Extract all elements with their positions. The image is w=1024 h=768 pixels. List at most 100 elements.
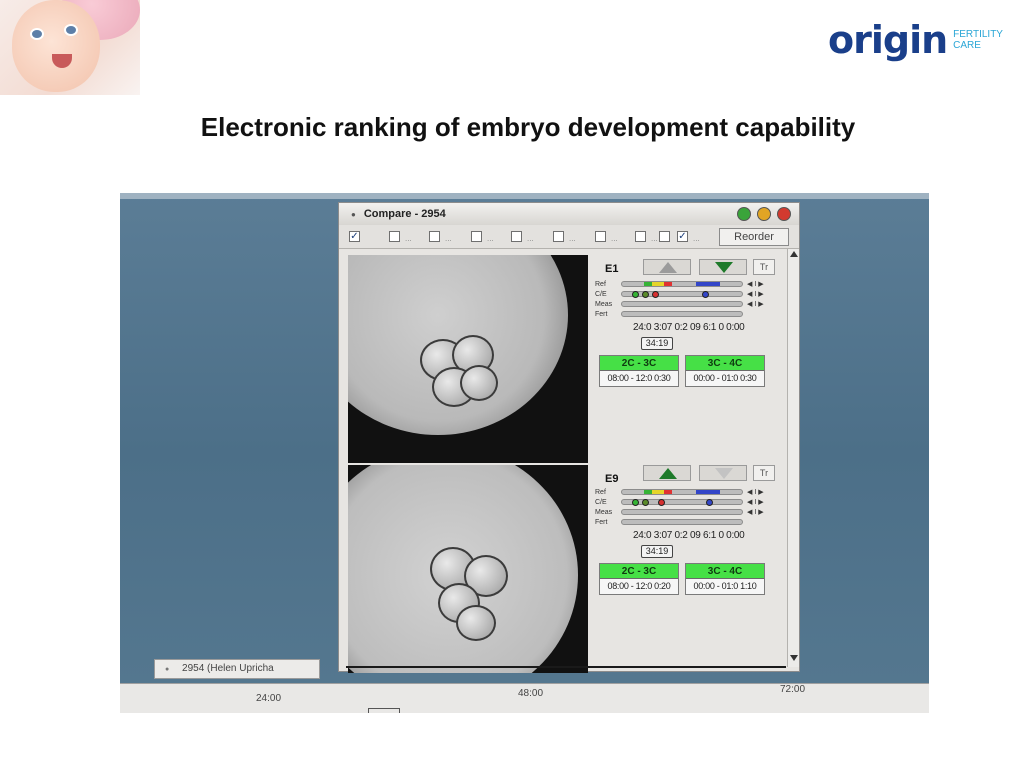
embryo-image-e1[interactable] <box>348 255 588 463</box>
vertical-scrollbar[interactable] <box>787 249 799 667</box>
stage-box-e9-1[interactable]: 2C - 3C 08:00 - 12:0 0:20 <box>599 563 679 595</box>
tr-button-e9[interactable]: Tr <box>753 465 775 481</box>
rank-down-button-e1[interactable] <box>699 259 747 275</box>
separator-dots: ... <box>405 234 412 243</box>
marker <box>632 499 639 506</box>
rank-up-button-e9[interactable] <box>643 465 691 481</box>
blastomere <box>460 365 498 401</box>
separator-dots: ... <box>611 234 618 243</box>
stage-label: 3C - 4C <box>686 356 764 371</box>
stage-label: 2C - 3C <box>600 564 678 579</box>
marker <box>702 291 709 298</box>
top-strip <box>120 193 929 199</box>
blastomere <box>456 605 496 641</box>
rank-up-button-e1[interactable] <box>643 259 691 275</box>
timeline-tick: 72:00 <box>780 684 806 695</box>
row-control[interactable]: ◀ I ▶ <box>747 301 764 309</box>
segment <box>644 490 652 494</box>
embryo-image-e9[interactable] <box>348 465 588 673</box>
marker <box>642 291 649 298</box>
embryo-checkbox-8[interactable] <box>635 231 646 242</box>
embryo-checkbox-7[interactable] <box>595 231 606 242</box>
minimize-button[interactable] <box>757 207 771 221</box>
scroll-down-icon[interactable] <box>790 655 798 661</box>
fert-track-e9 <box>621 519 743 525</box>
embryo-checkbox-3[interactable] <box>429 231 440 242</box>
arrow-down-icon <box>715 262 733 273</box>
row-label-meas: Meas <box>595 301 613 308</box>
segment <box>696 282 720 286</box>
window-menu-icon[interactable]: ● <box>351 210 356 219</box>
slide-title: Electronic ranking of embryo development… <box>200 112 856 142</box>
time-readout-e1: 34:19 <box>641 337 673 350</box>
reorder-button[interactable]: Reorder <box>719 228 789 246</box>
stage-label: 3C - 4C <box>686 564 764 579</box>
embryo-checkbox-9[interactable] <box>659 231 670 242</box>
arrow-up-icon <box>659 468 677 479</box>
stage-range: 00:00 - 01:0 0:30 <box>693 373 757 383</box>
marker <box>632 291 639 298</box>
time-readout-e9: 34:19 <box>641 545 673 558</box>
separator-dots: ... <box>527 234 534 243</box>
logo-sub-line2: CARE <box>953 40 981 51</box>
patient-tab-label: 2954 (Helen Upricha <box>182 663 274 674</box>
separator-dots: ... <box>445 234 452 243</box>
row-control[interactable]: ◀ I ▶ <box>747 489 764 497</box>
row-label-ref: Ref <box>595 281 606 288</box>
arrow-up-icon <box>659 262 677 273</box>
embryo-checkbox-5[interactable] <box>511 231 522 242</box>
embryo-name-e1: E1 <box>605 263 619 275</box>
marker <box>652 291 659 298</box>
row-label-meas: Meas <box>595 509 613 516</box>
row-control[interactable]: ◀ I ▶ <box>747 509 764 517</box>
rank-down-button-e9[interactable] <box>699 465 747 481</box>
marker <box>658 499 665 506</box>
ref-track-e9 <box>621 489 743 495</box>
row-label-ref: Ref <box>595 489 606 496</box>
row-label-fert: Fert <box>595 519 608 526</box>
ref-track-e1 <box>621 281 743 287</box>
stage-box-e9-2[interactable]: 3C - 4C 00:00 - 01:0 1:10 <box>685 563 765 595</box>
stage-box-e1-1[interactable]: 2C - 3C 08:00 - 12:0 0:30 <box>599 355 679 387</box>
baby-mouth <box>52 54 72 68</box>
stage-range: 08:00 - 12:0 0:20 <box>607 581 671 591</box>
row-control[interactable]: ◀ I ▶ <box>747 291 764 299</box>
meas-track-e9 <box>621 509 743 515</box>
segment <box>652 490 664 494</box>
close-button[interactable] <box>777 207 791 221</box>
segment <box>664 490 672 494</box>
embryo-checkbox-10[interactable]: ✓ <box>677 231 688 242</box>
logo-subtitle: FERTILITY CARE <box>953 29 1003 51</box>
arrow-down-icon <box>715 468 733 479</box>
segment <box>664 282 672 286</box>
timeline-bar[interactable]: 24:00 48:00 72:00 <box>120 683 929 713</box>
embryo-checkbox-4[interactable] <box>471 231 482 242</box>
row-control[interactable]: ◀ I ▶ <box>747 281 764 289</box>
scroll-up-icon[interactable] <box>790 251 798 257</box>
timeline-marker[interactable] <box>368 708 400 713</box>
window-toolbar: ✓ ... ... ... ... ... ... ... ✓ ... Reor… <box>339 225 799 249</box>
marker <box>642 499 649 506</box>
tr-button-e1[interactable]: Tr <box>753 259 775 275</box>
logo-sub-line1: FERTILITY <box>953 29 1003 40</box>
patient-tab[interactable]: ● 2954 (Helen Upricha <box>154 659 320 679</box>
marker <box>706 499 713 506</box>
row-label-fert: Fert <box>595 311 608 318</box>
stage-range: 08:00 - 12:0 0:30 <box>607 373 671 383</box>
time-scale-e1: 24:0 3:07 0:2 09 6:1 0 0:00 <box>633 322 745 333</box>
maximize-button[interactable] <box>737 207 751 221</box>
baby-eye-left <box>30 28 44 40</box>
segment <box>652 282 664 286</box>
embryo-checkbox-2[interactable] <box>389 231 400 242</box>
embryo-checkbox-6[interactable] <box>553 231 564 242</box>
ce-track-e9 <box>621 499 743 506</box>
stage-box-e1-2[interactable]: 3C - 4C 00:00 - 01:0 0:30 <box>685 355 765 387</box>
origin-logo: origin FERTILITY CARE <box>828 20 1003 60</box>
embryo-checkbox-1[interactable]: ✓ <box>349 231 360 242</box>
slide: origin FERTILITY CARE Electronic ranking… <box>0 0 1024 768</box>
separator-dots: ... <box>569 234 576 243</box>
segment <box>644 282 652 286</box>
window-title: Compare - 2954 <box>363 208 446 220</box>
meas-track-e1 <box>621 301 743 307</box>
row-control[interactable]: ◀ I ▶ <box>747 499 764 507</box>
